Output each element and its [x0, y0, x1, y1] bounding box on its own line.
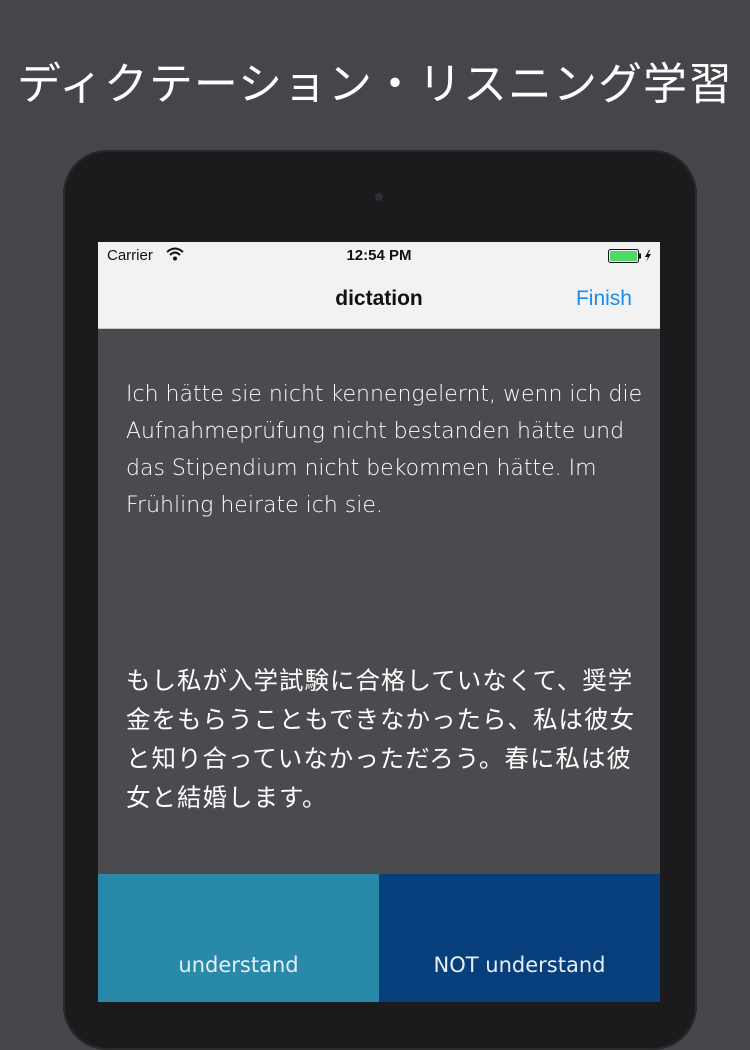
battery-icon	[608, 249, 651, 263]
navigation-bar: dictation Finish	[98, 270, 660, 329]
promo-title: ディクテーション・リスニング学習	[16, 59, 734, 110]
camera-dot	[375, 193, 383, 201]
not-understand-button[interactable]: NOT understand	[379, 874, 660, 1002]
german-text: Ich hätte sie nicht kennengelernt, wenn …	[126, 382, 643, 518]
app-screen: Carrier 12:54 PM dictation Finish Ich hä…	[98, 242, 660, 1002]
status-time: 12:54 PM	[346, 247, 412, 264]
understand-button[interactable]: understand	[98, 874, 379, 1002]
japanese-translation: もし私が入学試験に合格していなくて、奨学金をもらうこともできなかったら、私は彼女…	[126, 666, 636, 812]
status-bar: Carrier 12:54 PM	[98, 242, 660, 270]
charging-icon	[645, 250, 651, 262]
finish-button[interactable]: Finish	[576, 287, 632, 311]
